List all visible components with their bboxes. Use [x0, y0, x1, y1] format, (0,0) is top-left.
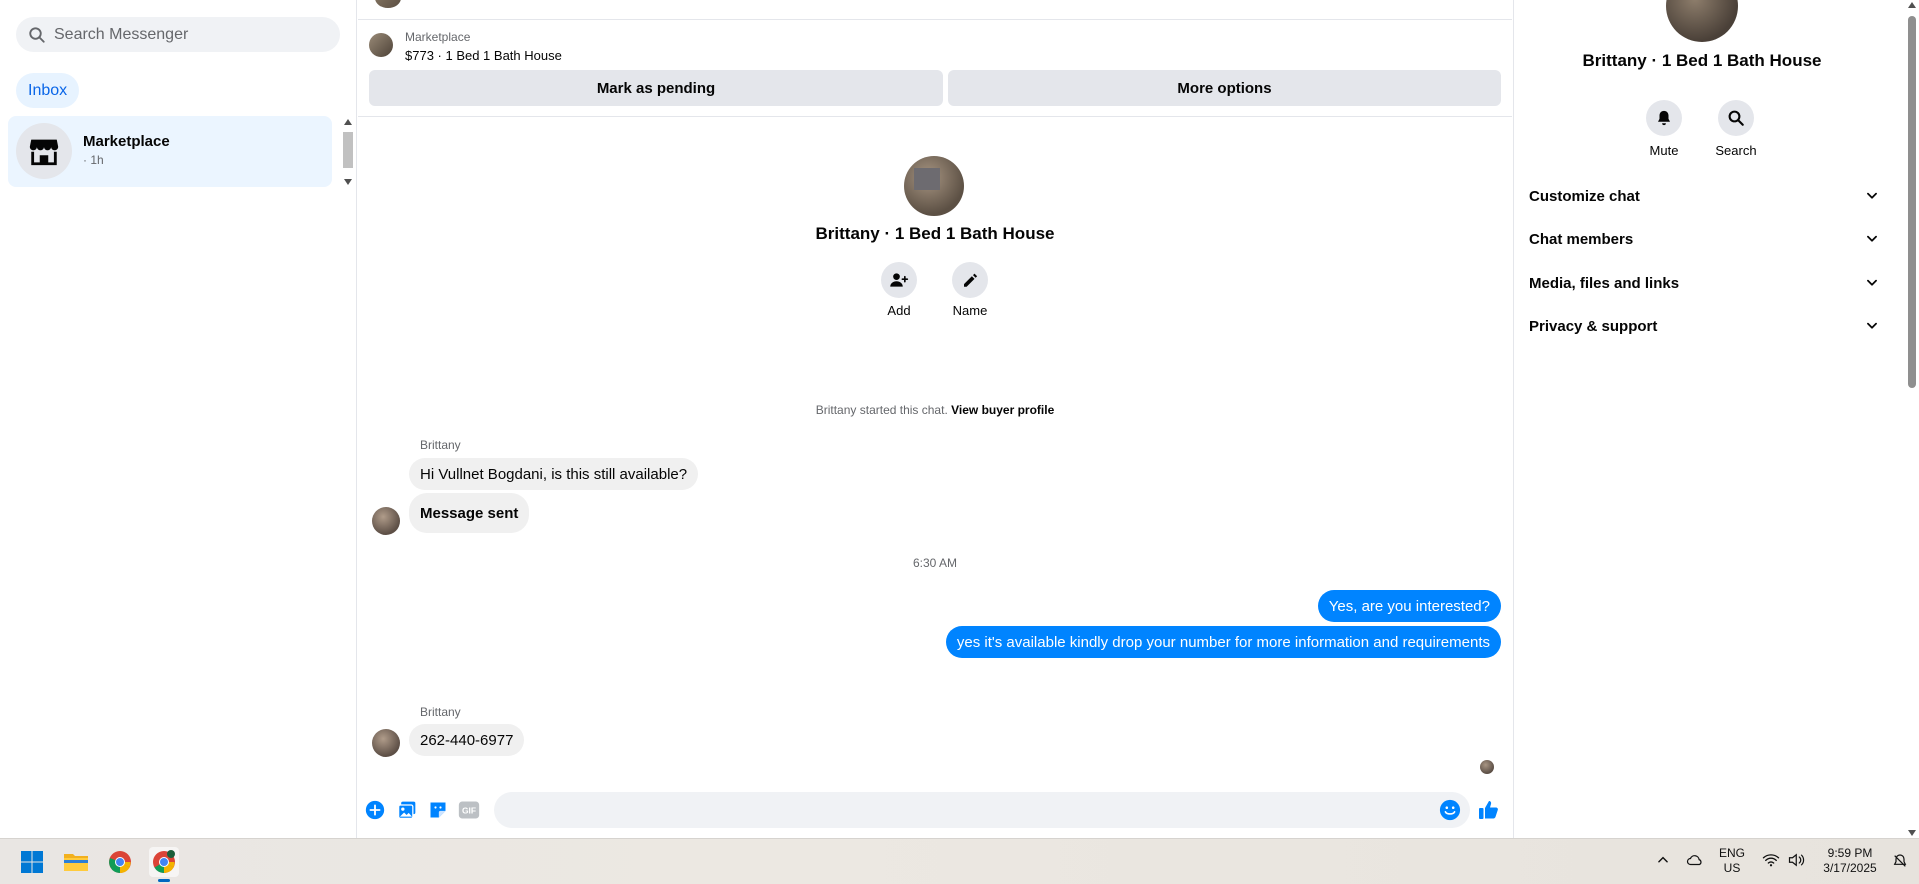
scroll-up-arrow-icon[interactable] — [1908, 2, 1916, 8]
search-box[interactable] — [16, 17, 340, 52]
bell-icon[interactable] — [1646, 100, 1682, 136]
chat-list-sidebar: Inbox Marketplace · 1h — [0, 0, 357, 838]
search-icon — [29, 26, 45, 43]
language-indicator[interactable]: ENG US — [1719, 846, 1745, 876]
tab-inbox[interactable]: Inbox — [16, 73, 80, 108]
windows-taskbar: ENG US 9:59 PM 3/17/2025 — [0, 838, 1919, 884]
scrollbar-thumb[interactable] — [343, 132, 353, 168]
list-scrollbar[interactable] — [341, 116, 355, 188]
name-label: Name — [952, 303, 988, 318]
chevron-down-icon — [1867, 279, 1877, 286]
sender-avatar[interactable] — [372, 507, 400, 535]
row-label: Chat members — [1529, 230, 1634, 248]
page-scrollbar[interactable] — [1905, 0, 1919, 838]
sender-name: Brittany — [420, 438, 461, 452]
search-label: Search — [1715, 143, 1757, 158]
conversation-info-panel: Brittany · 1 Bed 1 Bath House Mute Searc… — [1513, 0, 1889, 838]
listing-banner: Marketplace $773 · 1 Bed 1 Bath House Ma… — [358, 21, 1512, 117]
info-avatar — [1666, 0, 1738, 42]
mark-as-pending-button[interactable]: Mark as pending — [369, 70, 943, 106]
scroll-up-arrow-icon[interactable] — [344, 119, 352, 125]
thumbs-up-icon[interactable] — [1477, 798, 1501, 822]
info-title: Brittany · 1 Bed 1 Bath House — [1582, 51, 1822, 70]
incoming-message[interactable]: Hi Vullnet Bogdani, is this still availa… — [409, 458, 699, 490]
mute-label: Mute — [1649, 143, 1679, 158]
scroll-down-arrow-icon[interactable] — [344, 179, 352, 185]
media-files-links-row[interactable]: Media, files and links — [1529, 263, 1879, 303]
onedrive-cloud-icon[interactable] — [1686, 853, 1704, 870]
keyboard-region: US — [1723, 861, 1741, 875]
file-explorer-icon[interactable] — [61, 847, 91, 877]
chevron-down-icon — [1867, 235, 1877, 242]
sender-name: Brittany — [420, 705, 461, 719]
add-person-icon[interactable] — [881, 262, 917, 298]
more-options-button[interactable]: More options — [948, 70, 1501, 106]
add-label: Add — [887, 303, 911, 318]
chevron-down-icon — [1867, 192, 1877, 199]
chat-members-row[interactable]: Chat members — [1529, 219, 1879, 259]
gif-icon[interactable]: GIF — [457, 798, 481, 822]
chat-avatar — [904, 156, 964, 216]
listing-thumbnail[interactable] — [369, 33, 393, 57]
emoji-icon[interactable] — [1438, 798, 1462, 822]
show-hidden-icons-chevron-icon[interactable] — [1656, 853, 1670, 870]
clock[interactable]: 9:59 PM 3/17/2025 — [1815, 846, 1885, 876]
sender-avatar[interactable] — [372, 729, 400, 757]
active-app-indicator — [158, 879, 170, 882]
storefront-icon — [29, 139, 59, 166]
chat-title: Brittany · 1 Bed 1 Bath House — [815, 224, 1055, 243]
row-label: Media, files and links — [1529, 274, 1680, 292]
pencil-icon[interactable] — [952, 262, 988, 298]
language-code: ENG — [1719, 846, 1746, 860]
scroll-down-arrow-icon[interactable] — [1908, 830, 1916, 836]
view-buyer-profile-link[interactable]: View buyer profile — [951, 403, 1054, 417]
row-label: Privacy & support — [1529, 317, 1658, 335]
row-label: Customize chat — [1529, 187, 1640, 205]
conversation-time: · 1h — [83, 153, 104, 167]
privacy-support-row[interactable]: Privacy & support — [1529, 306, 1879, 346]
outgoing-message[interactable]: yes it's available kindly drop your numb… — [945, 626, 1501, 658]
seen-receipt-avatar — [1480, 760, 1494, 774]
search-in-conversation-action[interactable]: Search — [1706, 100, 1766, 158]
volume-icon[interactable] — [1788, 853, 1806, 870]
message-input[interactable] — [494, 792, 1470, 828]
outgoing-message[interactable]: Yes, are you interested? — [1317, 590, 1501, 622]
chat-started-notice: Brittany started this chat. View buyer p… — [358, 403, 1512, 417]
incoming-message[interactable]: 262-440-6977 — [409, 724, 525, 756]
wifi-icon[interactable] — [1762, 853, 1780, 870]
previous-listing-edge — [358, 0, 1512, 20]
customize-chat-row[interactable]: Customize chat — [1529, 176, 1879, 216]
message-composer: GIF — [358, 790, 1512, 830]
started-text: Brittany started this chat. — [815, 403, 948, 417]
message-timestamp: 6:30 AM — [912, 556, 958, 570]
add-people-action[interactable]: Add — [869, 262, 929, 318]
chat-window: Marketplace $773 · 1 Bed 1 Bath House Ma… — [358, 0, 1512, 838]
listing-source: Marketplace — [405, 30, 471, 44]
photo-icon[interactable] — [395, 798, 419, 822]
incoming-message[interactable]: Message sent — [409, 493, 530, 533]
listing-title[interactable]: $773 · 1 Bed 1 Bath House — [405, 48, 562, 63]
clock-time: 9:59 PM — [1827, 846, 1873, 860]
chevron-down-icon — [1867, 322, 1877, 329]
name-chat-action[interactable]: Name — [940, 262, 1000, 318]
conversation-item-marketplace[interactable]: Marketplace · 1h — [8, 116, 332, 187]
plus-circle-icon[interactable] — [363, 798, 387, 822]
windows-start-icon[interactable] — [17, 847, 47, 877]
search-input[interactable] — [54, 25, 324, 44]
chrome-icon[interactable] — [105, 847, 135, 877]
scrollbar-thumb[interactable] — [1908, 16, 1916, 388]
mute-action[interactable]: Mute — [1634, 100, 1694, 158]
sticker-icon[interactable] — [426, 798, 450, 822]
clock-date: 3/17/2025 — [1823, 861, 1877, 875]
search-icon[interactable] — [1718, 100, 1754, 136]
conversation-title: Marketplace — [83, 133, 170, 150]
chrome-profile-icon[interactable] — [149, 847, 179, 882]
marketplace-avatar — [16, 123, 72, 179]
previous-listing-thumbnail — [375, 0, 401, 8]
notification-bell-icon[interactable] — [1892, 852, 1908, 873]
svg-text:GIF: GIF — [462, 805, 476, 815]
